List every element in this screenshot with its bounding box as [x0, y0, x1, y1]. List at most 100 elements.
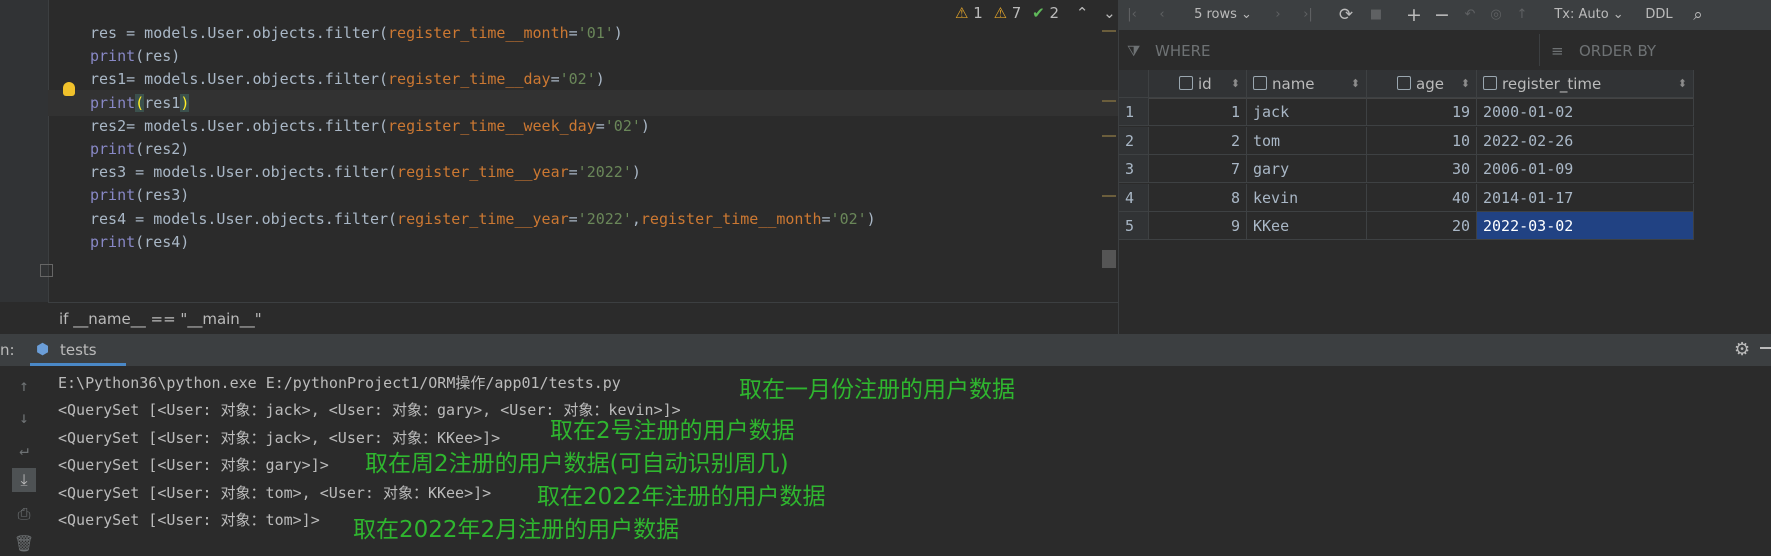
cell-age[interactable]: 20 — [1367, 212, 1477, 240]
submit-icon[interactable]: ↑ — [1509, 0, 1535, 30]
code-line[interactable]: res1= models.User.objects.filter(registe… — [90, 66, 605, 92]
gear-icon[interactable]: ⚙ — [1734, 339, 1750, 360]
column-label: age — [1416, 75, 1444, 93]
code-line[interactable]: res = models.User.objects.filter(registe… — [90, 20, 623, 46]
code-line[interactable]: print(res1) — [48, 89, 1160, 116]
column-header-age[interactable]: age ⬍ — [1367, 70, 1477, 98]
editor-gutter[interactable] — [0, 0, 49, 302]
chevron-up-icon[interactable]: ⌃ — [1076, 4, 1089, 22]
cell-register-time[interactable]: 2022-03-02 — [1477, 212, 1694, 240]
code-line[interactable]: print(res2) — [90, 136, 189, 162]
print-icon[interactable]: ⎙ — [12, 502, 36, 526]
next-page-icon[interactable]: › — [1265, 0, 1291, 30]
stop-icon[interactable]: ■ — [1363, 0, 1389, 30]
code-line[interactable]: res2= models.User.objects.filter(registe… — [90, 113, 650, 139]
code-token: res2= models.User.objects.filter( — [90, 116, 389, 135]
row-number[interactable]: 4 — [1119, 183, 1149, 212]
table-row[interactable]: 1 1 jack 19 2000-01-02 — [1119, 98, 1694, 126]
console-line: <QuerySet [<User: 对象：gary>]> — [58, 456, 329, 475]
preview-icon[interactable]: ◎ — [1483, 0, 1509, 30]
table-row[interactable]: 2 2 tom 10 2022-02-26 — [1119, 126, 1694, 155]
lightbulb-icon[interactable] — [63, 82, 75, 96]
cell-name[interactable]: tom — [1247, 126, 1367, 155]
sort-arrows-icon[interactable]: ⬍ — [1461, 70, 1470, 97]
where-input[interactable]: WHERE — [1155, 42, 1211, 60]
code-line[interactable]: print(res4) — [90, 229, 189, 255]
delete-row-icon[interactable]: − — [1429, 0, 1455, 30]
cell-id[interactable]: 9 — [1149, 212, 1247, 240]
annotation-note: 取在2022年注册的用户数据 — [537, 484, 826, 510]
row-number[interactable]: 5 — [1119, 212, 1149, 240]
column-header-id[interactable]: id ⬍ — [1149, 70, 1247, 98]
prev-page-icon[interactable]: ‹ — [1149, 0, 1175, 30]
orderby-input[interactable]: ORDER BY — [1579, 42, 1656, 60]
code-token: '02' — [559, 70, 596, 89]
code-line[interactable]: res3 = models.User.objects.filter(regist… — [90, 159, 641, 185]
sort-arrows-icon[interactable]: ⬍ — [1351, 70, 1360, 97]
cell-register-time[interactable]: 2006-01-09 — [1477, 155, 1694, 183]
table-row[interactable]: 3 7 gary 30 2006-01-09 — [1119, 155, 1694, 183]
first-page-icon[interactable]: |‹ — [1119, 0, 1145, 30]
fold-icon[interactable] — [40, 264, 53, 277]
search-icon[interactable]: ⌕ — [1685, 0, 1711, 30]
cell-name[interactable]: KKee — [1247, 212, 1367, 240]
scroll-to-end-icon[interactable]: ⤓ — [12, 468, 36, 492]
add-row-icon[interactable]: + — [1401, 0, 1427, 30]
last-page-icon[interactable]: ›| — [1295, 0, 1321, 30]
row-number[interactable]: 1 — [1119, 98, 1149, 126]
breadcrumb[interactable]: if __name__ == "__main__" — [48, 302, 1118, 334]
column-label: name — [1272, 75, 1315, 93]
down-arrow-icon[interactable]: ↓ — [12, 406, 36, 430]
inspection-widget[interactable]: ⚠ 1 ⚠ 7 ✔ 2 ⌃ ⌄ — [955, 4, 1116, 24]
cell-register-time[interactable]: 2014-01-17 — [1477, 183, 1694, 212]
row-number[interactable]: 2 — [1119, 126, 1149, 155]
sort-arrows-icon[interactable]: ⬍ — [1231, 70, 1240, 97]
up-arrow-icon[interactable]: ↑ — [12, 374, 36, 398]
soft-wrap-icon[interactable]: ↵ — [12, 438, 36, 462]
sort-arrows-icon[interactable]: ⬍ — [1678, 70, 1687, 97]
console-line: E:\Python36\python.exe E:/pythonProject1… — [58, 374, 621, 392]
tx-dropdown[interactable]: Tx: Auto ⌄ — [1549, 0, 1629, 30]
cell-register-time[interactable]: 2022-02-26 — [1477, 126, 1694, 155]
refresh-icon[interactable]: ⟳ — [1333, 0, 1359, 30]
minimize-icon[interactable] — [1760, 347, 1771, 349]
code-line[interactable]: res4 = models.User.objects.filter(regist… — [90, 206, 876, 232]
cell-age[interactable]: 19 — [1367, 98, 1477, 126]
code-line[interactable]: print(res) — [90, 43, 180, 69]
table-row[interactable]: 5 9 KKee 20 2022-03-02 — [1119, 212, 1694, 240]
code-token: res = models.User.objects.filter( — [90, 24, 389, 42]
row-number[interactable]: 3 — [1119, 155, 1149, 183]
code-token: = — [568, 163, 578, 182]
chevron-down-icon[interactable]: ⌄ — [1103, 4, 1116, 22]
table-row[interactable]: 4 8 kevin 40 2014-01-17 — [1119, 183, 1694, 212]
cell-age[interactable]: 10 — [1367, 126, 1477, 155]
cell-id[interactable]: 7 — [1149, 155, 1247, 183]
ddl-button[interactable]: DDL — [1641, 0, 1677, 30]
revert-icon[interactable]: ↶ — [1457, 0, 1483, 30]
tab-tests[interactable]: ⬢ tests — [30, 334, 126, 366]
code-token: register_time__day — [388, 70, 551, 89]
rows-dropdown[interactable]: 5 rows ⌄ — [1185, 0, 1261, 30]
code-token: ) — [613, 24, 623, 42]
tx-label: Tx: Auto — [1554, 7, 1609, 22]
cell-id[interactable]: 2 — [1149, 126, 1247, 155]
code-token: '2022' — [577, 209, 632, 228]
cell-register-time[interactable]: 2000-01-02 — [1477, 98, 1694, 126]
annotation-note: 取在一月份注册的用户数据 — [739, 377, 1015, 403]
code-token: res1= models.User.objects.filter( — [90, 70, 389, 89]
cell-age[interactable]: 40 — [1367, 183, 1477, 212]
column-header-name[interactable]: name ⬍ — [1247, 70, 1367, 98]
cell-name[interactable]: gary — [1247, 155, 1367, 183]
cell-age[interactable]: 30 — [1367, 155, 1477, 183]
code-editor[interactable]: res = models.User.objects.filter( registe… — [0, 0, 1160, 302]
cell-name[interactable]: jack — [1247, 98, 1367, 126]
trash-icon[interactable]: 🗑 — [12, 532, 36, 556]
cell-id[interactable]: 1 — [1149, 98, 1247, 126]
cell-id[interactable]: 8 — [1149, 183, 1247, 212]
column-header-register-time[interactable]: register_time ⬍ — [1477, 70, 1694, 98]
code-line[interactable]: print(res3) — [90, 182, 189, 208]
column-key-icon — [1179, 76, 1193, 90]
rows-label: 5 rows — [1194, 7, 1237, 22]
code-token: print — [90, 140, 136, 158]
cell-name[interactable]: kevin — [1247, 183, 1367, 212]
